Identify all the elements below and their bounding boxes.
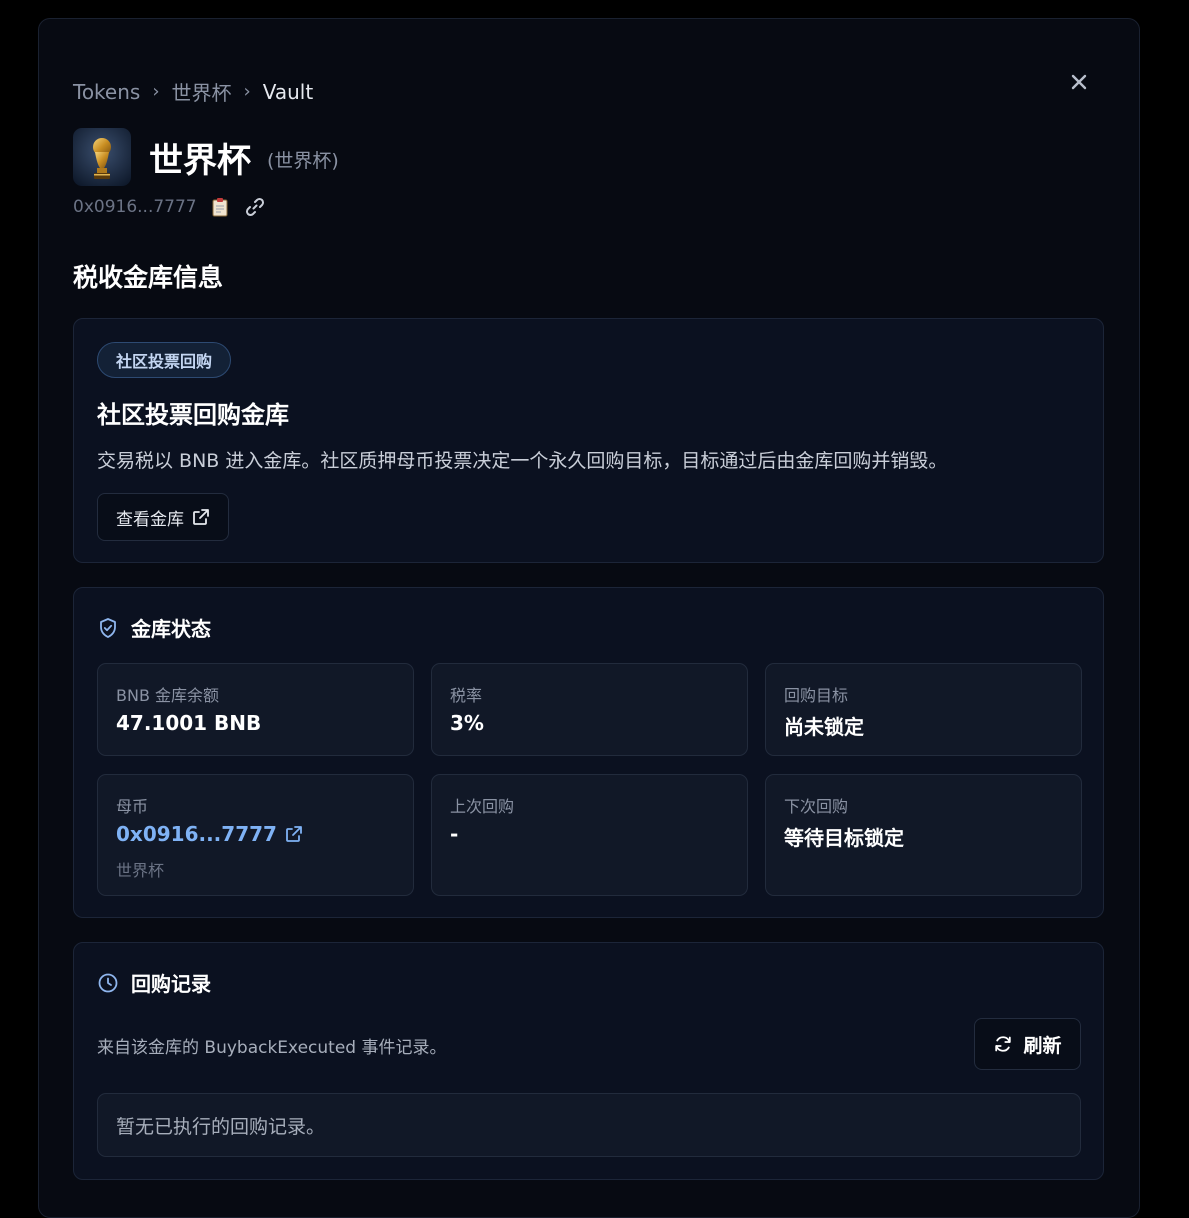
refresh-label: 刷新	[1023, 1034, 1062, 1057]
token-address: 0x0916...7777	[73, 197, 197, 217]
breadcrumb-current: Vault	[262, 79, 314, 104]
stat-label: 母币	[116, 797, 149, 816]
vault-info-title: 社区投票回购金库	[97, 401, 289, 429]
close-icon	[1071, 74, 1087, 90]
buyback-history-description: 来自该金库的 BuybackExecuted 事件记录。	[97, 1038, 447, 1058]
empty-history-text: 暂无已执行的回购记录。	[116, 1115, 326, 1138]
trophy-icon	[73, 128, 131, 186]
token-header: 世界杯 (世界杯)	[73, 128, 339, 186]
stat-value: 47.1001 BNB	[116, 711, 262, 735]
breadcrumb: Tokens › 世界杯 › Vault	[73, 77, 313, 106]
external-link-icon	[193, 509, 209, 525]
buyback-history-card: 回购记录 来自该金库的 BuybackExecuted 事件记录。 刷新 暂无已…	[73, 942, 1104, 1180]
copy-icon[interactable]	[211, 197, 229, 217]
stat-label: 下次回购	[784, 797, 849, 816]
breadcrumb-item-token[interactable]: 世界杯	[172, 77, 232, 106]
stat-label: BNB 金库余额	[116, 686, 220, 705]
vault-type-badge: 社区投票回购	[97, 342, 232, 378]
token-symbol: (世界杯)	[267, 149, 339, 172]
external-link-icon	[286, 826, 302, 842]
vault-info-description: 交易税以 BNB 进入金库。社区质押母币投票决定一个永久回购目标，目标通过后由金…	[97, 450, 948, 472]
vault-status-card: 金库状态 BNB 金库余额 47.1001 BNB 税率 3% 回购目标 尚未锁…	[73, 587, 1104, 918]
stat-label: 上次回购	[450, 797, 515, 816]
buyback-history-title: 回购记录	[131, 972, 211, 996]
stat-value: 尚未锁定	[784, 715, 864, 739]
link-icon[interactable]	[245, 197, 265, 217]
stat-buyback-target: 回购目标 尚未锁定	[765, 663, 1082, 756]
section-title: 税收金库信息	[73, 263, 224, 292]
view-vault-label: 查看金库	[116, 509, 184, 530]
token-address-row: 0x0916...7777	[73, 197, 265, 217]
stat-parent-token: 母币 0x0916...7777 世界杯	[97, 774, 414, 896]
vault-status-heading: 金库状态	[97, 613, 211, 642]
stat-value: -	[450, 822, 459, 846]
vault-info-card: 社区投票回购 社区投票回购金库 交易税以 BNB 进入金库。社区质押母币投票决定…	[73, 318, 1104, 563]
close-button[interactable]	[1067, 70, 1091, 94]
stat-value: 等待目标锁定	[784, 826, 904, 850]
stat-value: 3%	[450, 711, 484, 735]
shield-icon	[100, 617, 116, 638]
buyback-history-heading: 回购记录	[97, 968, 211, 997]
empty-history-message: 暂无已执行的回购记录。	[97, 1093, 1081, 1157]
parent-token-name: 世界杯	[116, 861, 165, 880]
clock-icon	[98, 973, 118, 992]
stat-next-buyback: 下次回购 等待目标锁定	[765, 774, 1082, 896]
stat-label: 税率	[450, 686, 483, 705]
token-name: 世界杯	[149, 140, 251, 181]
stat-tax-rate: 税率 3%	[431, 663, 748, 756]
breadcrumb-separator: ›	[152, 81, 160, 102]
parent-token-link[interactable]: 0x0916...7777	[116, 822, 303, 846]
refresh-icon	[995, 1036, 1012, 1052]
refresh-button[interactable]: 刷新	[974, 1018, 1081, 1070]
stat-bnb-balance: BNB 金库余额 47.1001 BNB	[97, 663, 414, 756]
token-logo	[73, 128, 131, 186]
stat-last-buyback: 上次回购 -	[431, 774, 748, 896]
vault-status-title: 金库状态	[131, 617, 211, 641]
breadcrumb-item-tokens[interactable]: Tokens	[73, 80, 140, 104]
parent-token-address: 0x0916...7777	[116, 822, 277, 846]
stat-label: 回购目标	[784, 686, 849, 705]
breadcrumb-separator: ›	[243, 81, 251, 102]
view-vault-button[interactable]: 查看金库	[97, 493, 229, 541]
